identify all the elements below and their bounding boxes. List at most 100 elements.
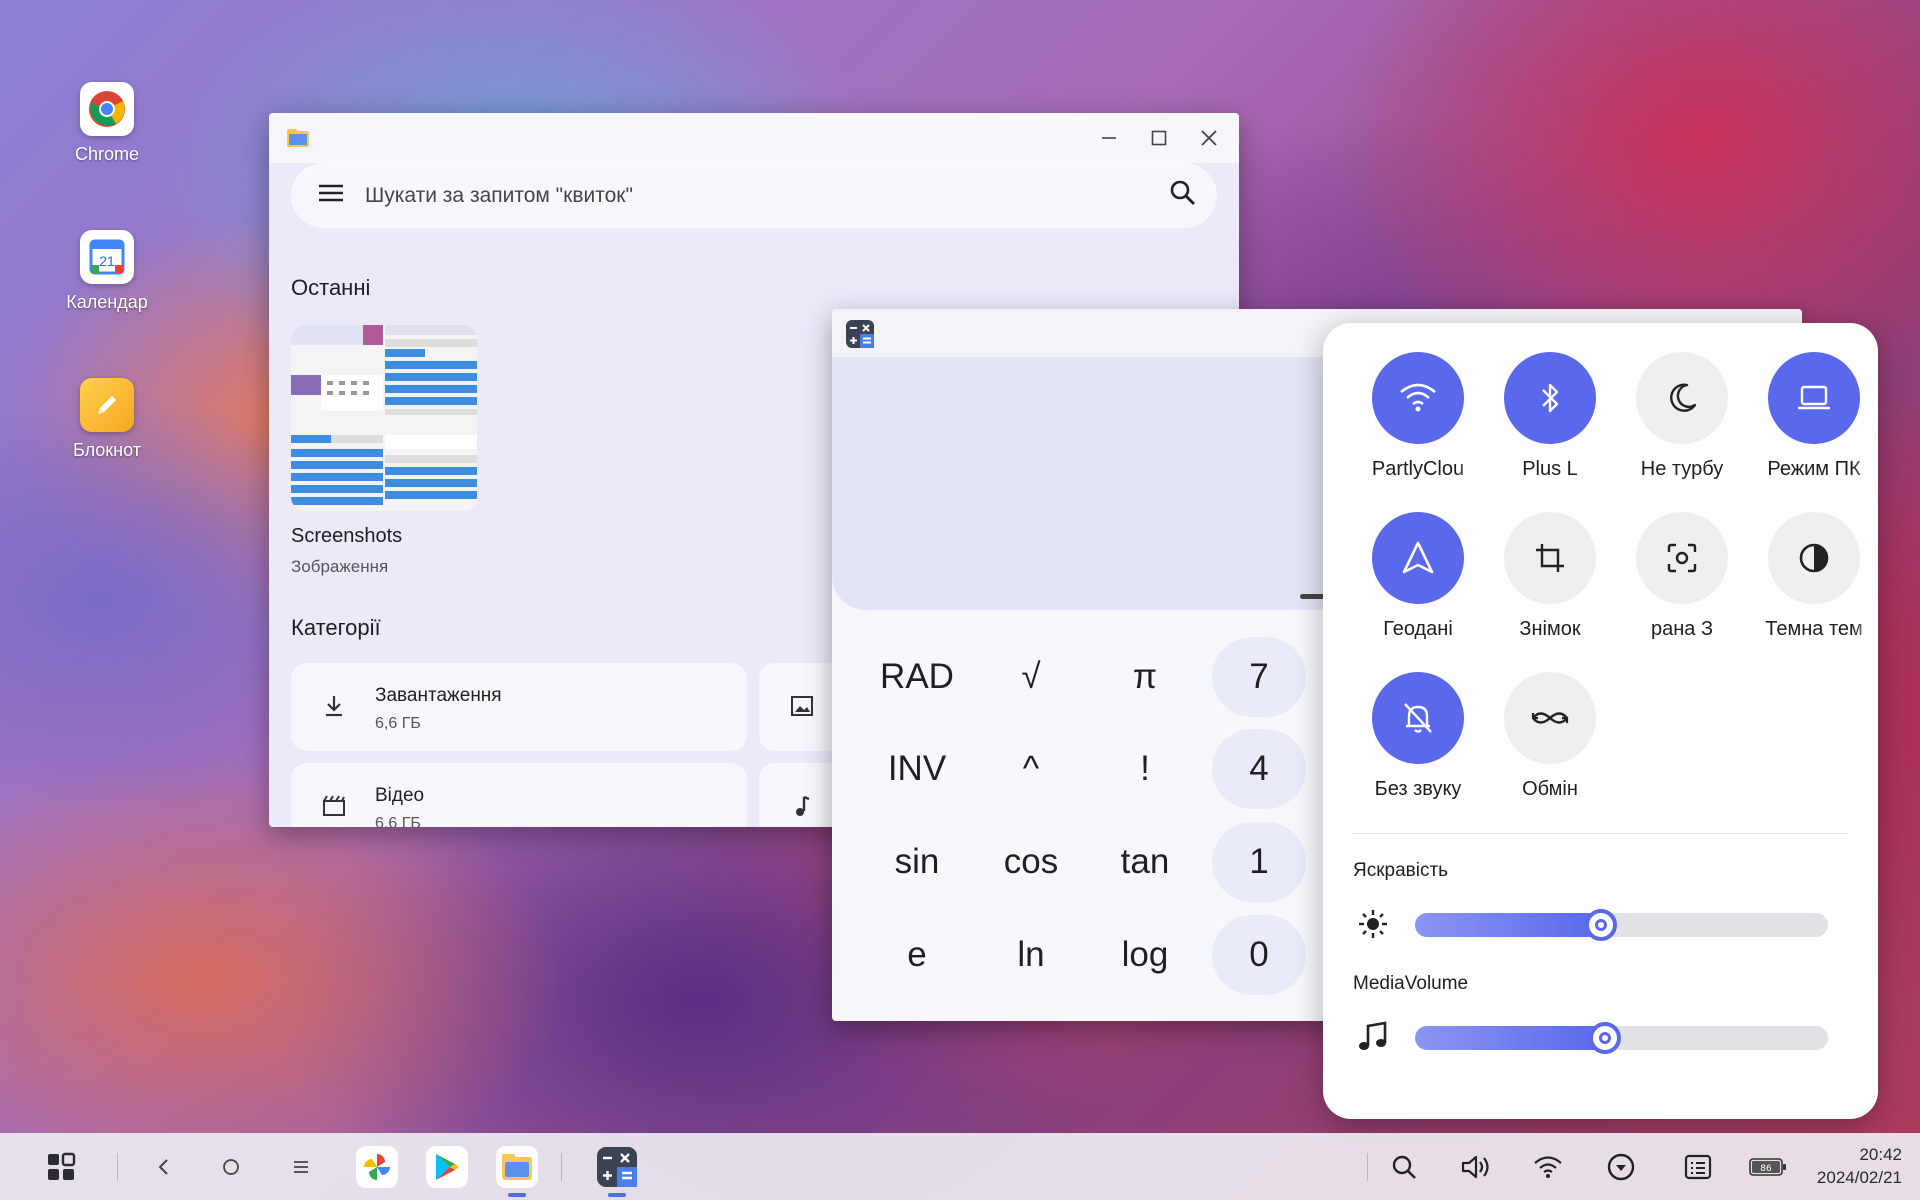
brightness-slider-knob[interactable] [1584,909,1617,941]
recents-button[interactable] [286,1133,316,1200]
volume-slider[interactable] [1415,1022,1828,1054]
category-size: 6,6 ГБ [375,715,421,732]
wifi-icon [1534,1155,1562,1178]
desktop-icon-calendar[interactable]: 21 Календар [52,230,162,313]
music-note-icon [789,793,819,824]
notifications-button[interactable] [1680,1133,1716,1200]
calculator-icon [596,1146,638,1188]
key-sqrt[interactable]: √ [986,637,1076,717]
menu-icon[interactable] [317,182,345,209]
category-card-downloads[interactable]: Завантаження 6,6 ГБ [291,663,747,751]
category-name: Відео [375,785,425,806]
close-button[interactable] [1196,125,1222,151]
tile-label: Темна тем [1765,618,1863,640]
key-tan[interactable]: tan [1100,822,1190,902]
share-icon [1504,672,1596,764]
home-button[interactable] [216,1133,246,1200]
tile-screenshot[interactable]: Знімок [1485,512,1615,641]
clock-time: 20:42 [1859,1145,1902,1164]
volume-button[interactable] [1458,1133,1494,1200]
key-pi[interactable]: π [1100,637,1190,717]
key-log[interactable]: log [1100,915,1190,995]
key-sin[interactable]: sin [872,822,962,902]
quick-settings-toggle[interactable] [1603,1133,1639,1200]
chevron-down-circle-icon [1607,1153,1635,1180]
tile-pc-mode[interactable]: Режим ПК [1749,352,1879,481]
category-card-video[interactable]: Відео 6,6 ГБ [291,763,747,827]
volume-slider-knob[interactable] [1588,1022,1621,1054]
search-icon[interactable] [1169,179,1197,212]
key-factorial[interactable]: ! [1100,729,1190,809]
tile-label: Режим ПК [1767,458,1861,480]
taskbar-search-button[interactable] [1386,1133,1422,1200]
taskbar-app-play-store[interactable] [424,1133,470,1200]
tile-location[interactable]: Геодані [1353,512,1483,641]
key-4[interactable]: 4 [1212,729,1306,809]
screen-record-icon [1636,512,1728,604]
tile-dark-theme[interactable]: Темна тем [1749,512,1879,641]
notification-list-icon [1684,1154,1712,1179]
brightness-icon [1357,908,1389,945]
volume-label: MediaVolume [1353,973,1469,994]
home-circle-icon [223,1158,239,1175]
wifi-icon [1372,352,1464,444]
volume-slider-fill [1415,1026,1605,1050]
clock-date: 2024/02/21 [1816,1168,1902,1187]
desktop-icon-chrome[interactable]: Chrome [52,82,162,165]
recent-thumbnail[interactable] [291,325,477,511]
minimize-button[interactable] [1096,125,1122,151]
tile-share[interactable]: Обмін [1485,672,1615,801]
battery-indicator[interactable]: 86 [1748,1133,1788,1200]
back-button[interactable] [148,1133,178,1200]
back-icon [158,1158,168,1175]
clock[interactable]: 20:42 2024/02/21 [1817,1143,1902,1189]
key-cos[interactable]: cos [986,822,1076,902]
brightness-slider[interactable] [1415,909,1828,941]
taskbar-separator [561,1153,562,1181]
app-drawer-button[interactable] [40,1133,82,1200]
files-search-bar[interactable]: Шукати за запитом "квиток" [291,163,1217,228]
taskbar-app-calculator[interactable] [594,1133,640,1200]
music-note-icon [1357,1020,1389,1059]
tile-do-not-disturb[interactable]: Не турбу [1617,352,1747,481]
desktop-icon-label: Календар [66,292,148,312]
key-inv[interactable]: INV [872,729,962,809]
moon-icon [1636,352,1728,444]
running-indicator [508,1193,526,1197]
tile-bluetooth[interactable]: Plus L [1485,352,1615,481]
key-1[interactable]: 1 [1212,822,1306,902]
tile-label: Не турбу [1640,458,1724,480]
key-7[interactable]: 7 [1212,637,1306,717]
maximize-button[interactable] [1146,125,1172,151]
key-power[interactable]: ^ [986,729,1076,809]
bluetooth-icon [1504,352,1596,444]
desktop-icon-label: Блокнот [72,440,141,460]
tile-screen-record[interactable]: рана З [1617,512,1747,641]
laptop-icon [1768,352,1860,444]
taskbar-separator [1367,1153,1368,1181]
key-ln[interactable]: ln [986,915,1076,995]
tile-label: Геодані [1383,618,1453,640]
key-rad[interactable]: RAD [872,637,962,717]
recents-icon [294,1160,308,1173]
key-e[interactable]: e [872,915,962,995]
tile-wifi[interactable]: PartlyClou [1353,352,1483,481]
search-icon [1392,1155,1416,1179]
calculator-app-icon [846,320,874,353]
taskbar-app-files[interactable] [494,1133,540,1200]
files-titlebar[interactable] [269,113,1239,163]
search-placeholder[interactable]: Шукати за запитом "квиток" [365,184,1169,208]
video-icon [321,793,351,824]
key-0[interactable]: 0 [1212,915,1306,995]
desktop-icon-notepad[interactable]: Блокнот [52,378,162,461]
tile-mute[interactable]: Без звуку [1353,672,1483,801]
calendar-icon: 21 [80,230,134,284]
category-size: 6,6 ГБ [375,815,421,827]
files-icon [496,1145,538,1188]
taskbar-separator [117,1153,118,1181]
calendar-day-text: 21 [99,253,115,269]
contrast-icon [1768,512,1860,604]
wifi-status-button[interactable] [1530,1133,1566,1200]
taskbar-app-photos[interactable] [354,1133,400,1200]
tile-label: Обмін [1522,778,1578,800]
